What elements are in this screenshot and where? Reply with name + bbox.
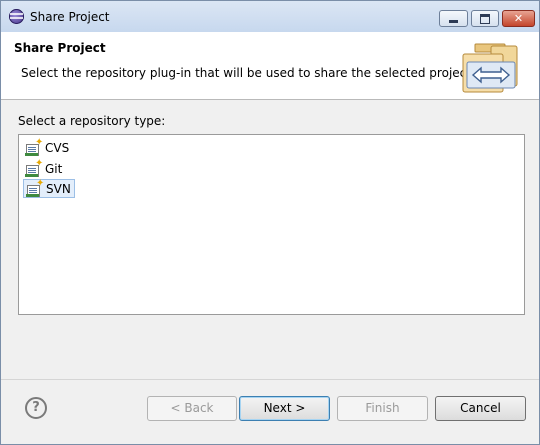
list-item-git[interactable]: ✦ Git <box>23 158 65 178</box>
repository-plugin-icon: ✦ <box>26 178 44 197</box>
repository-type-label: Select a repository type: <box>18 114 166 128</box>
back-button[interactable]: < Back <box>147 396 237 421</box>
finish-button[interactable]: Finish <box>337 396 428 421</box>
close-button[interactable] <box>502 10 535 27</box>
next-button[interactable]: Next > <box>239 396 330 421</box>
repository-type-list[interactable]: ✦ CVS ✦ Git ✦ SVN <box>18 134 525 315</box>
share-folder-icon <box>462 43 518 93</box>
maximize-button[interactable] <box>471 10 499 27</box>
share-project-dialog: Share Project Share Project Select the r… <box>0 0 540 445</box>
list-item-label: CVS <box>45 140 70 155</box>
list-item-cvs[interactable]: ✦ CVS <box>23 137 72 157</box>
minimize-button[interactable] <box>439 10 468 27</box>
help-button[interactable]: ? <box>25 397 47 419</box>
footer-divider <box>1 379 539 380</box>
list-item-label: Git <box>45 161 63 176</box>
repository-plugin-icon: ✦ <box>25 137 43 156</box>
cancel-button[interactable]: Cancel <box>435 396 526 421</box>
page-description: Select the repository plug-in that will … <box>21 66 475 80</box>
page-title: Share Project <box>14 41 106 55</box>
window-title: Share Project <box>30 10 110 24</box>
eclipse-icon <box>9 9 24 24</box>
repository-plugin-icon: ✦ <box>25 158 43 177</box>
help-icon: ? <box>32 400 40 415</box>
list-item-label: SVN <box>46 181 71 196</box>
wizard-header: Share Project Select the repository plug… <box>1 32 539 100</box>
title-bar[interactable]: Share Project <box>1 1 539 32</box>
list-item-svn[interactable]: ✦ SVN <box>23 178 75 198</box>
